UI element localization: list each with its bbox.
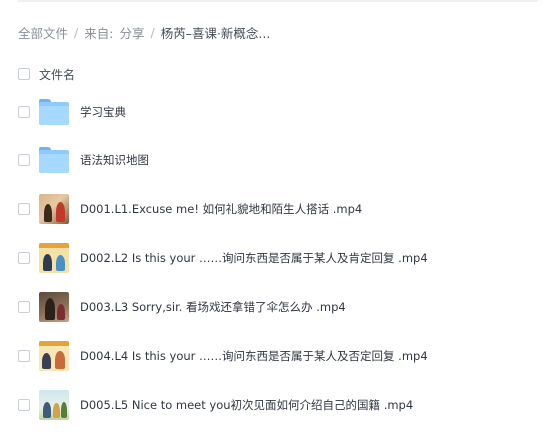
file-row[interactable]: D001.L1.Excuse me! 如何礼貌地和陌生人搭话 .mp4 — [18, 192, 538, 226]
breadcrumb: 全部文件 / 来自: 分享 / 杨芮–喜课·新概念... — [18, 23, 270, 41]
row-checkbox[interactable] — [18, 106, 30, 118]
row-checkbox[interactable] — [18, 252, 30, 264]
file-name[interactable]: D003.L3 Sorry,sir. 看场戏还拿错了伞怎么办 .mp4 — [80, 299, 346, 315]
video-thumbnail — [39, 390, 69, 420]
file-row[interactable]: D004.L4 Is this your ……询问东西是否属于某人及否定回复 .… — [18, 339, 538, 373]
file-browser: 全部文件 / 来自: 分享 / 杨芮–喜课·新概念... 文件名 学习宝典 语法… — [0, 0, 550, 440]
top-divider — [18, 0, 538, 2]
select-all-checkbox[interactable] — [18, 68, 30, 80]
breadcrumb-all-files[interactable]: 全部文件 — [18, 23, 68, 42]
breadcrumb-share[interactable]: 分享 — [119, 23, 144, 42]
file-name[interactable]: D005.L5 Nice to meet you初次见面如何介绍自己的国籍 .m… — [80, 397, 413, 413]
file-row[interactable]: D003.L3 Sorry,sir. 看场戏还拿错了伞怎么办 .mp4 — [18, 290, 538, 324]
video-thumbnail — [39, 341, 69, 371]
file-name[interactable]: D002.L2 Is this your ……询问东西是否属于某人及肯定回复 .… — [80, 250, 428, 266]
breadcrumb-from-label: 来自: — [84, 25, 114, 41]
file-name[interactable]: 语法知识地图 — [80, 152, 149, 168]
file-name[interactable]: D004.L4 Is this your ……询问东西是否属于某人及否定回复 .… — [80, 348, 428, 364]
folder-icon — [39, 145, 69, 175]
breadcrumb-separator: / — [74, 24, 79, 40]
file-row[interactable]: 学习宝典 — [18, 95, 538, 129]
file-name[interactable]: D001.L1.Excuse me! 如何礼貌地和陌生人搭话 .mp4 — [80, 201, 362, 217]
row-checkbox[interactable] — [18, 301, 30, 313]
row-checkbox[interactable] — [18, 399, 30, 411]
column-header-filename: 文件名 — [39, 67, 76, 82]
row-checkbox[interactable] — [18, 203, 30, 215]
video-thumbnail — [39, 194, 69, 224]
row-checkbox[interactable] — [18, 154, 30, 166]
file-name[interactable]: 学习宝典 — [80, 104, 126, 120]
file-row[interactable]: D002.L2 Is this your ……询问东西是否属于某人及肯定回复 .… — [18, 241, 538, 275]
file-row[interactable]: D005.L5 Nice to meet you初次见面如何介绍自己的国籍 .m… — [18, 388, 538, 422]
video-thumbnail — [39, 243, 69, 273]
file-row[interactable]: 语法知识地图 — [18, 143, 538, 177]
file-list-header: 文件名 — [18, 66, 75, 82]
breadcrumb-separator: / — [150, 24, 155, 40]
folder-icon — [39, 97, 69, 127]
breadcrumb-current-folder: 杨芮–喜课·新概念... — [160, 25, 271, 41]
row-checkbox[interactable] — [18, 350, 30, 362]
video-thumbnail — [39, 292, 69, 322]
